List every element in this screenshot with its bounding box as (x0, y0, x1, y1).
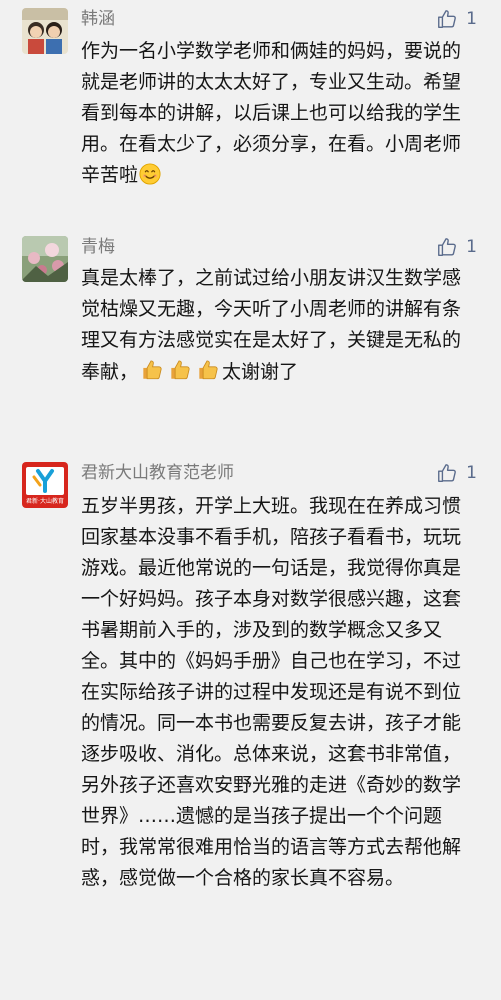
commenter-name[interactable]: 韩涵 (81, 9, 115, 29)
thumbs-up-icon (438, 10, 457, 28)
avatar[interactable] (22, 236, 68, 282)
like-button[interactable]: 1 (436, 236, 477, 258)
avatar[interactable]: 君新·大山教育 (22, 462, 68, 508)
logo-icon (26, 467, 64, 495)
like-count: 1 (466, 237, 477, 257)
smile-emoji (139, 163, 161, 195)
commenter-name[interactable]: 青梅 (81, 237, 115, 257)
thumbs-up-emoji (167, 356, 193, 392)
avatar[interactable] (22, 8, 68, 54)
comment-text: 五岁半男孩，开学上大班。我现在在养成习惯回家基本没事不看手机，陪孩子看看书，玩玩… (81, 495, 462, 889)
like-count: 1 (466, 463, 477, 483)
thumbs-up-emoji (139, 356, 165, 392)
thumbs-up-icon (438, 464, 457, 482)
like-button[interactable]: 1 (436, 462, 477, 484)
comment-text: 作为一名小学数学老师和俩娃的妈妈，要说的就是老师讲的太太太好了，专业又生动。希望… (81, 36, 477, 195)
comment-text: 真是太棒了，之前试过给小朋友讲汉生数学感觉枯燥又无趣，今天听了小周老师的讲解有条… (81, 263, 477, 392)
thumbs-up-emoji (195, 356, 221, 392)
commenter-name[interactable]: 君新大山教育范老师 (81, 463, 234, 483)
comment-body: 作为一名小学数学老师和俩娃的妈妈，要说的就是老师讲的太太太好了，专业又生动。希望… (81, 40, 462, 186)
like-count: 1 (466, 9, 477, 29)
avatar-label: 君新·大山教育 (26, 498, 64, 505)
comment-body-after: 太谢谢了 (222, 361, 299, 383)
like-button[interactable]: 1 (436, 8, 477, 30)
thumbs-up-icon (438, 238, 457, 256)
